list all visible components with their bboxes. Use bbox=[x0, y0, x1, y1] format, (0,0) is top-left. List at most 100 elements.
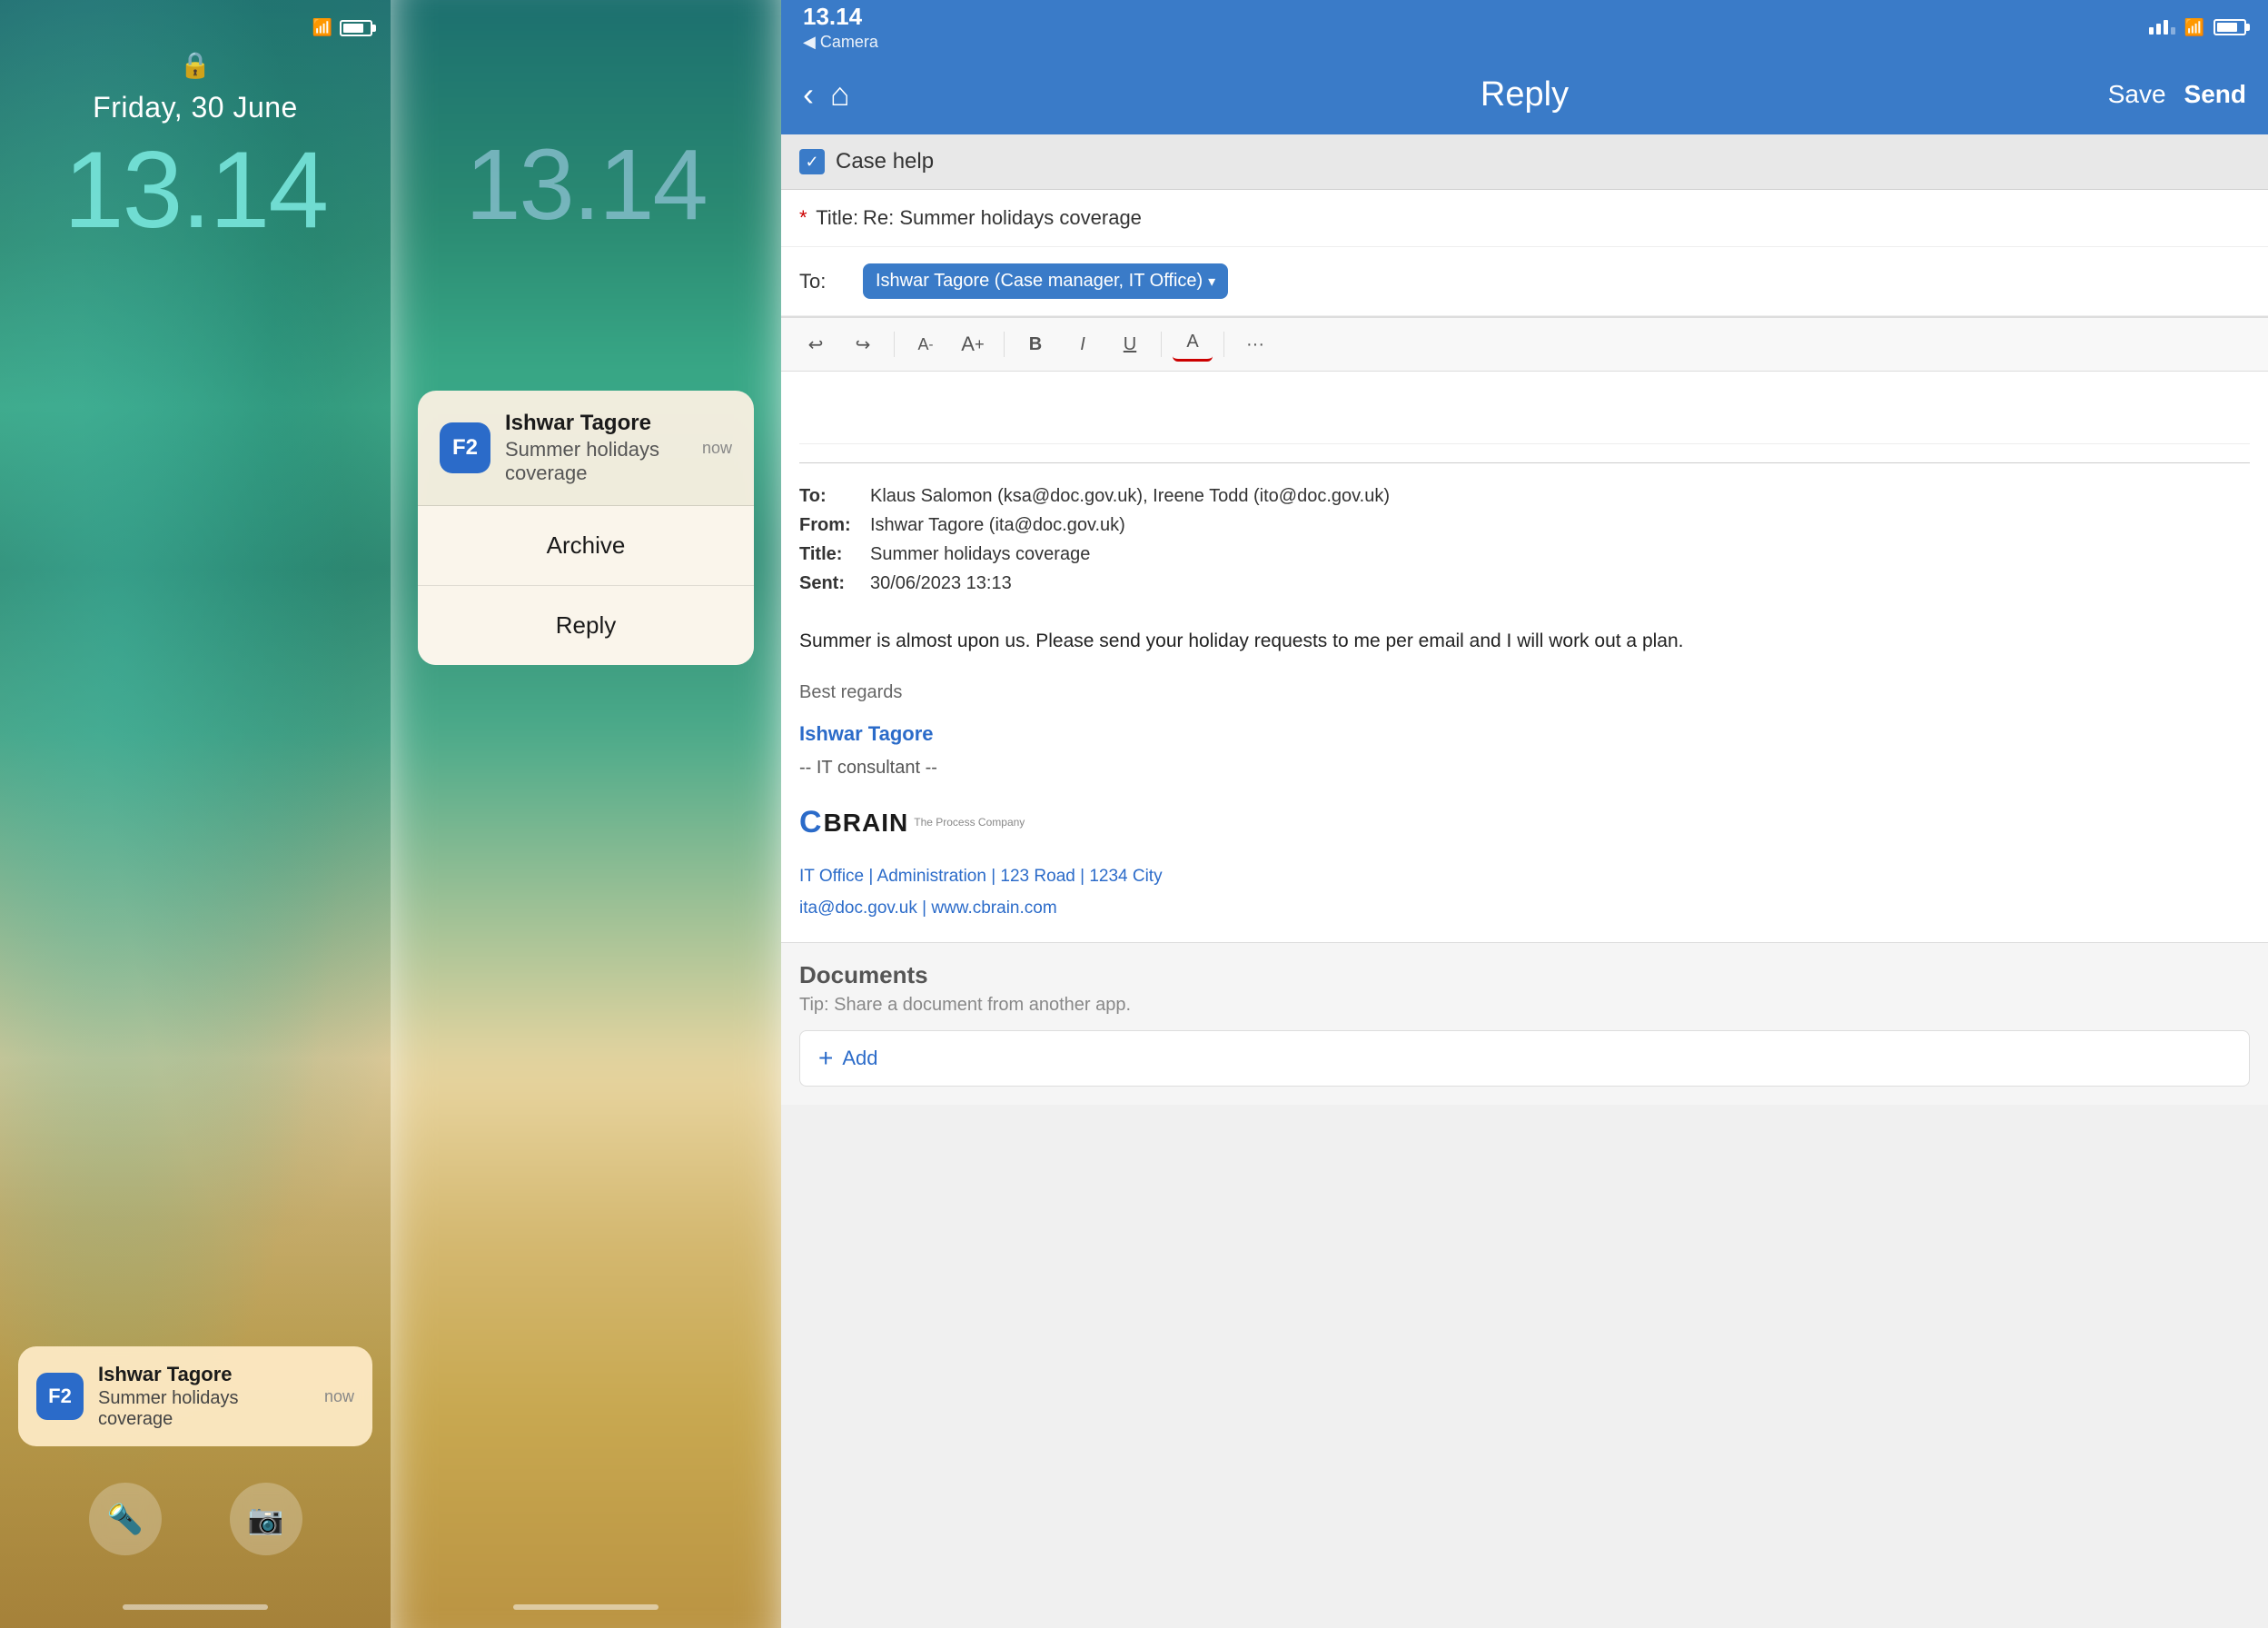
documents-title: Documents bbox=[799, 961, 2250, 989]
notification-text: Ishwar Tagore Summer holidays coverage bbox=[505, 411, 688, 485]
email-toolbar: ↩ ↪ A- A+ B I U A ··· bbox=[781, 317, 2268, 372]
title-label: * Title: bbox=[799, 206, 863, 230]
email-form-section: * Title: Re: Summer holidays coverage To… bbox=[781, 190, 2268, 317]
more-options-button[interactable]: ··· bbox=[1235, 327, 1275, 362]
nav-left-group: ‹ ⌂ bbox=[803, 75, 850, 114]
to-label: To: bbox=[799, 270, 863, 293]
nav-right-group: Save Send bbox=[2108, 80, 2246, 109]
cbrain-logo: C BRAIN The Process Company bbox=[799, 795, 1025, 850]
wifi-status-icon: 📶 bbox=[2184, 18, 2204, 37]
toolbar-divider-4 bbox=[1223, 332, 1224, 357]
notification-sender: Ishwar Tagore bbox=[98, 1363, 310, 1386]
cbrain-logo-c: C bbox=[799, 795, 822, 850]
email-nav-bar: ‹ ⌂ Reply Save Send bbox=[781, 55, 2268, 134]
email-reply-panel: 13.14 ◀ Camera 📶 ‹ ⌂ Reply Save Send bbox=[781, 0, 2268, 1628]
font-size-increase-button[interactable]: A+ bbox=[953, 327, 993, 362]
camera-button[interactable]: 📷 bbox=[230, 1483, 302, 1555]
quoted-to-row: To: Klaus Salomon (ksa@doc.gov.uk), Iree… bbox=[799, 481, 2250, 511]
quoted-sent-label: Sent: bbox=[799, 569, 863, 598]
signal-icon bbox=[2149, 20, 2175, 35]
notification-expanded-panel: 13.14 F2 Ishwar Tagore Summer holidays c… bbox=[391, 0, 781, 1628]
lockscreen-date: Friday, 30 June bbox=[0, 91, 391, 124]
lockscreen-status-bar: 📶 bbox=[0, 18, 391, 37]
email-status-icons: 📶 bbox=[2149, 18, 2246, 37]
quoted-to-label: To: bbox=[799, 481, 863, 511]
notification-main-row: F2 Ishwar Tagore Summer holidays coverag… bbox=[418, 391, 754, 505]
notification-subject-text: Summer holidays coverage bbox=[505, 438, 688, 485]
signature-greeting: Best regards bbox=[799, 676, 2250, 709]
email-status-bar: 13.14 ◀ Camera 📶 bbox=[781, 0, 2268, 55]
archive-action-button[interactable]: Archive bbox=[418, 506, 754, 586]
reply-action-button[interactable]: Reply bbox=[418, 586, 754, 665]
quoted-message-header: To: Klaus Salomon (ksa@doc.gov.uk), Iree… bbox=[799, 472, 2250, 607]
home-indicator[interactable] bbox=[123, 1604, 268, 1610]
bold-button[interactable]: B bbox=[1015, 327, 1055, 362]
email-body-area[interactable]: To: Klaus Salomon (ksa@doc.gov.uk), Iree… bbox=[781, 372, 2268, 942]
case-help-label: Case help bbox=[836, 149, 934, 174]
save-button[interactable]: Save bbox=[2108, 80, 2166, 109]
toolbar-divider-3 bbox=[1161, 332, 1162, 357]
quoted-from-value: Ishwar Tagore (ita@doc.gov.uk) bbox=[870, 511, 1125, 540]
cbrain-logo-container: C BRAIN The Process Company bbox=[799, 795, 2250, 850]
to-row: To: Ishwar Tagore (Case manager, IT Offi… bbox=[781, 247, 2268, 316]
email-content-area: ✓ Case help * Title: Re: Summer holidays… bbox=[781, 134, 2268, 1628]
back-button[interactable]: ‹ bbox=[803, 75, 814, 114]
plus-icon: + bbox=[818, 1044, 833, 1073]
notification-subject: Summer holidays coverage bbox=[98, 1388, 310, 1430]
lockscreen-notification[interactable]: F2 Ishwar Tagore Summer holidays coverag… bbox=[18, 1346, 372, 1446]
underline-button[interactable]: U bbox=[1110, 327, 1150, 362]
quoted-from-row: From: Ishwar Tagore (ita@doc.gov.uk) bbox=[799, 511, 2250, 540]
documents-section: Documents Tip: Share a document from ano… bbox=[781, 942, 2268, 1105]
camera-nav-label[interactable]: ◀ Camera bbox=[803, 33, 878, 52]
add-document-label: Add bbox=[842, 1047, 877, 1070]
quoted-to-value: Klaus Salomon (ksa@doc.gov.uk), Ireene T… bbox=[870, 481, 1390, 511]
to-field-container: Ishwar Tagore (Case manager, IT Office) … bbox=[863, 263, 2250, 299]
wifi-icon: 📶 bbox=[312, 18, 332, 37]
quoted-sent-value: 30/06/2023 13:13 bbox=[870, 569, 1012, 598]
battery-status-icon bbox=[2214, 19, 2246, 35]
to-recipient-pill[interactable]: Ishwar Tagore (Case manager, IT Office) … bbox=[863, 263, 1228, 299]
quoted-title-label: Title: bbox=[799, 540, 863, 569]
notification-home-indicator[interactable] bbox=[513, 1604, 659, 1610]
text-color-button[interactable]: A bbox=[1173, 327, 1213, 362]
documents-tip: Tip: Share a document from another app. bbox=[799, 995, 2250, 1016]
add-document-button[interactable]: + Add bbox=[799, 1030, 2250, 1087]
redo-button[interactable]: ↪ bbox=[843, 327, 883, 362]
notification-expanded-card[interactable]: F2 Ishwar Tagore Summer holidays coverag… bbox=[418, 391, 754, 665]
cbrain-logo-sub: The Process Company bbox=[914, 813, 1025, 833]
notification-time: now bbox=[324, 1387, 354, 1406]
nav-title: Reply bbox=[1481, 75, 1569, 114]
email-status-time: 13.14 bbox=[803, 3, 878, 31]
lockscreen-panel: 📶 🔒 Friday, 30 June 13.14 F2 Ishwar Tago… bbox=[0, 0, 391, 1628]
lockscreen-time: 13.14 bbox=[0, 127, 391, 253]
battery-icon bbox=[340, 20, 372, 36]
home-button[interactable]: ⌂ bbox=[830, 75, 850, 114]
email-signature: Best regards Ishwar Tagore -- IT consult… bbox=[799, 676, 2250, 924]
toolbar-divider-2 bbox=[1004, 332, 1005, 357]
notification-background bbox=[391, 0, 781, 1628]
signature-separator: | bbox=[922, 898, 931, 918]
italic-button[interactable]: I bbox=[1063, 327, 1103, 362]
undo-button[interactable]: ↩ bbox=[796, 327, 836, 362]
signature-office-info: IT Office | Administration | 123 Road | … bbox=[799, 861, 2250, 892]
quoted-title-row: Title: Summer holidays coverage bbox=[799, 540, 2250, 569]
signature-contact-row: ita@doc.gov.uk | www.cbrain.com bbox=[799, 893, 2250, 924]
notification-panel-time: 13.14 bbox=[391, 127, 781, 243]
signature-details: IT Office | Administration | 123 Road | … bbox=[799, 861, 2250, 923]
signature-role: -- IT consultant -- bbox=[799, 751, 2250, 784]
notification-sender-name: Ishwar Tagore bbox=[505, 411, 688, 436]
email-compose-input[interactable] bbox=[799, 390, 2250, 444]
case-help-bar: ✓ Case help bbox=[781, 134, 2268, 190]
notification-app-icon: F2 bbox=[36, 1373, 84, 1420]
signature-email[interactable]: ita@doc.gov.uk bbox=[799, 898, 917, 918]
notification-large-icon: F2 bbox=[440, 422, 490, 473]
title-value[interactable]: Re: Summer holidays coverage bbox=[863, 206, 2250, 230]
send-button[interactable]: Send bbox=[2184, 80, 2246, 109]
body-divider bbox=[799, 462, 2250, 463]
case-help-checkbox[interactable]: ✓ bbox=[799, 149, 825, 174]
font-size-decrease-button[interactable]: A- bbox=[906, 327, 946, 362]
flashlight-button[interactable]: 🔦 bbox=[89, 1483, 162, 1555]
signature-website[interactable]: www.cbrain.com bbox=[931, 898, 1056, 918]
quoted-sent-row: Sent: 30/06/2023 13:13 bbox=[799, 569, 2250, 598]
notification-time-badge: now bbox=[702, 439, 732, 458]
